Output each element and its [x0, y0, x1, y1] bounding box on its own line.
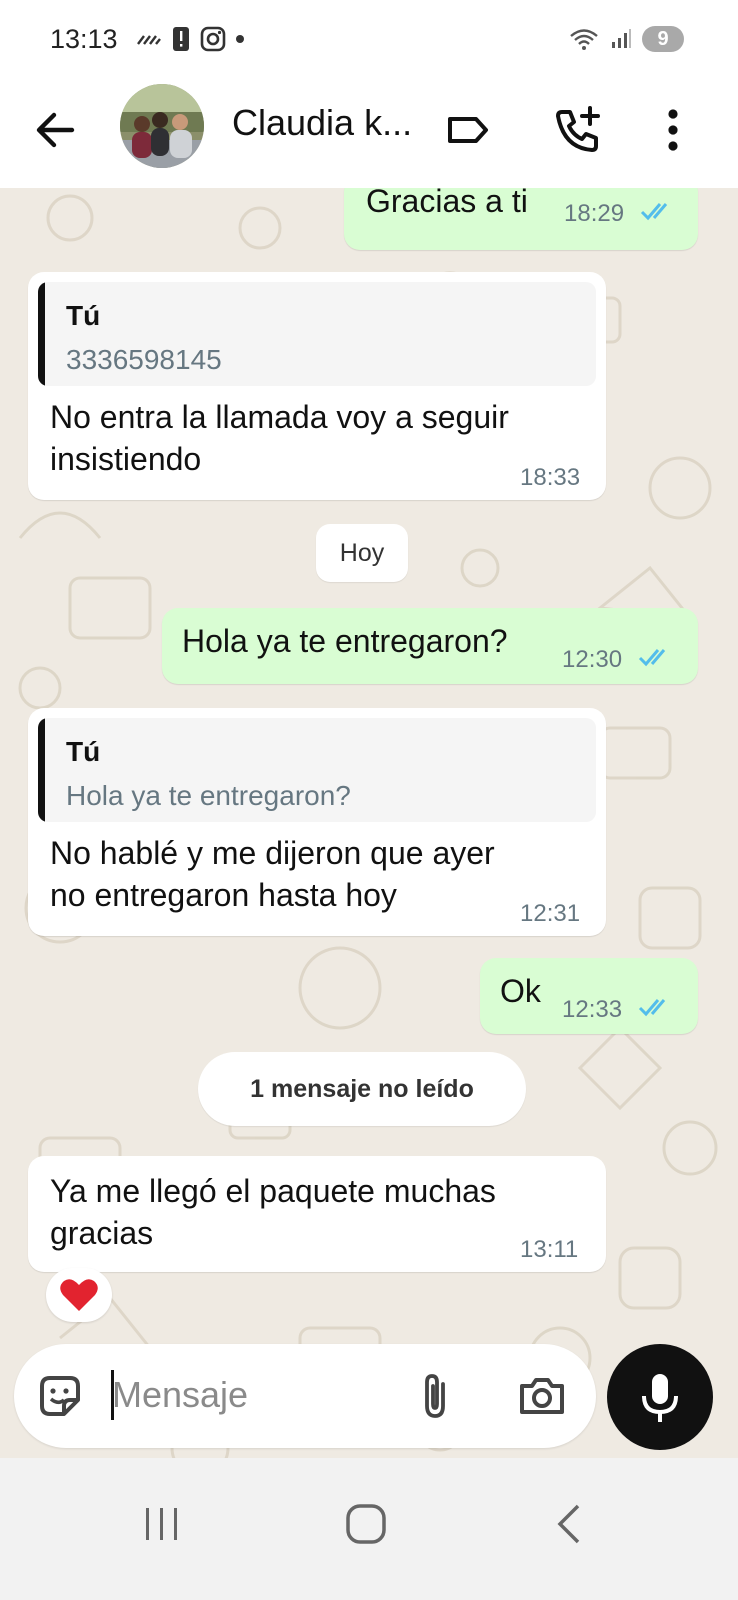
attach-icon[interactable]	[410, 1370, 462, 1422]
chat-header: Claudia k...	[0, 80, 738, 188]
message-text: Hola ya te entregaron?	[182, 623, 508, 659]
instagram-icon	[200, 26, 226, 52]
status-icons-left	[136, 26, 244, 52]
read-ticks-icon	[638, 649, 666, 667]
alert-icon	[173, 27, 189, 51]
mic-icon	[642, 1374, 678, 1422]
avatar-photo	[120, 84, 204, 168]
quoted-message[interactable]: Tú Hola ya te entregaron?	[38, 718, 596, 822]
message-line: gracias	[50, 1215, 154, 1251]
status-time: 13:13	[50, 24, 118, 54]
message-line: No hablé y me dijeron que ayer	[50, 835, 495, 871]
chat-messages[interactable]: Gracias a ti 18:29 Tú 3336598145 No entr…	[0, 188, 738, 1490]
back-nav-icon[interactable]	[540, 1494, 600, 1554]
incoming-message[interactable]: Tú Hola ya te entregaron? No hablé y me …	[28, 708, 606, 936]
mic-button[interactable]	[607, 1344, 713, 1450]
cell-signal-icon	[612, 29, 631, 48]
quote-author: Tú	[66, 300, 101, 331]
message-line: No entra la llamada voy a seguir	[50, 399, 509, 435]
reaction-heart[interactable]	[46, 1268, 112, 1322]
message-text: Gracias a ti	[366, 188, 528, 219]
incoming-message[interactable]: Ya me llegó el paquete muchas gracias 13…	[28, 1156, 606, 1272]
contact-avatar[interactable]	[120, 84, 204, 168]
message-line: no entregaron hasta hoy	[50, 877, 397, 913]
status-icons-right: 9	[568, 26, 684, 52]
message-text: Ok	[500, 973, 541, 1009]
quote-text: Hola ya te entregaron?	[66, 780, 351, 811]
outgoing-message[interactable]: Hola ya te entregaron? 12:30	[162, 608, 698, 684]
quote-author: Tú	[66, 736, 101, 767]
message-time: 12:31	[520, 900, 581, 927]
outgoing-message[interactable]: Gracias a ti 18:29	[344, 188, 698, 250]
message-input[interactable]	[112, 1370, 392, 1420]
camera-icon[interactable]	[516, 1370, 568, 1422]
message-time: 12:33	[562, 996, 623, 1023]
quoted-message[interactable]: Tú 3336598145	[38, 282, 596, 386]
read-ticks-icon	[640, 203, 668, 221]
message-time: 18:29	[564, 200, 625, 227]
label-icon[interactable]	[440, 102, 496, 158]
message-time: 13:11	[520, 1236, 579, 1263]
date-divider: Hoy	[316, 524, 408, 582]
message-time: 12:30	[562, 646, 623, 673]
back-arrow-icon[interactable]	[30, 104, 82, 156]
more-vert-icon[interactable]	[645, 102, 701, 158]
system-navbar	[0, 1458, 738, 1600]
add-call-icon[interactable]	[550, 102, 606, 158]
home-icon[interactable]	[336, 1494, 396, 1554]
unread-divider: 1 mensaje no leído	[198, 1052, 526, 1126]
signal-noise-icon	[137, 35, 161, 45]
quote-bar	[38, 718, 45, 822]
message-time: 18:33	[520, 464, 581, 491]
sticker-icon[interactable]	[34, 1370, 86, 1422]
dot-icon	[236, 35, 244, 43]
message-line: Ya me llegó el paquete muchas	[50, 1173, 496, 1209]
message-composer	[14, 1344, 596, 1448]
recents-icon[interactable]	[132, 1494, 192, 1554]
wifi-icon	[570, 29, 598, 50]
outgoing-message[interactable]: Ok 12:33	[480, 958, 698, 1034]
read-ticks-icon	[638, 999, 666, 1017]
message-line: insistiendo	[50, 441, 202, 477]
incoming-message[interactable]: Tú 3336598145 No entra la llamada voy a …	[28, 272, 606, 500]
heart-icon	[60, 1279, 98, 1311]
contact-name[interactable]: Claudia k...	[232, 102, 412, 144]
quote-text: 3336598145	[66, 344, 222, 375]
status-bar: 13:13 9	[0, 0, 738, 80]
quote-bar	[38, 282, 45, 386]
text-caret	[111, 1370, 114, 1420]
battery-badge: 9	[642, 26, 684, 52]
